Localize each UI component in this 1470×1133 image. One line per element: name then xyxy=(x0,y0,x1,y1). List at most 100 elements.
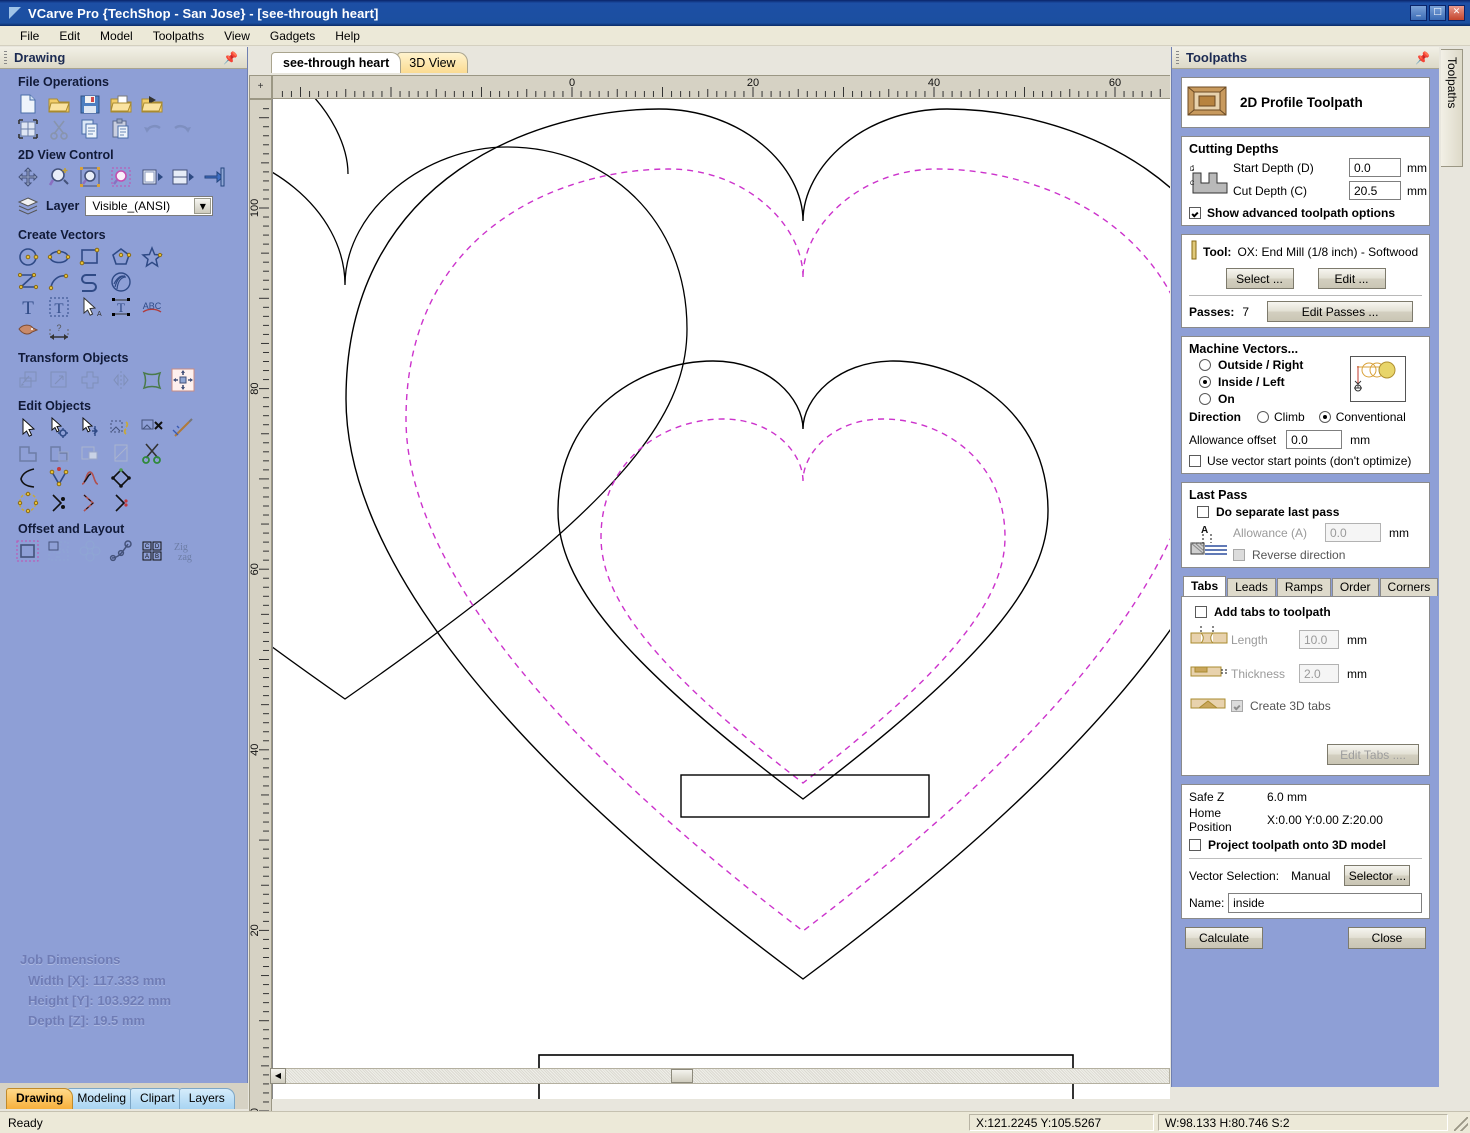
reverse-direction-icon[interactable] xyxy=(78,491,102,515)
design-canvas[interactable] xyxy=(272,99,1170,1099)
measure-icon[interactable] xyxy=(171,416,195,440)
project-toolpath-checkbox[interactable] xyxy=(1189,839,1201,851)
close-toolpath-button[interactable]: Close xyxy=(1348,927,1426,949)
menu-edit[interactable]: Edit xyxy=(49,27,90,45)
rotate-objects-icon[interactable] xyxy=(78,368,102,392)
zigzag-layout-icon[interactable]: Zig zag xyxy=(171,539,195,563)
selector-button[interactable]: Selector ... xyxy=(1344,865,1411,886)
ruler-vertical[interactable]: 020406080100 xyxy=(249,99,272,1132)
new-file-icon[interactable] xyxy=(16,92,40,116)
draw-curve-icon[interactable] xyxy=(78,270,102,294)
fillet-icon[interactable] xyxy=(16,466,40,490)
array-copy-icon[interactable] xyxy=(78,539,102,563)
ruler-horizontal[interactable]: 020406080 xyxy=(272,75,1170,99)
draw-polygon-icon[interactable] xyxy=(109,245,133,269)
edit-passes-button[interactable]: Edit Passes ... xyxy=(1267,301,1414,322)
menu-file[interactable]: File xyxy=(10,27,49,45)
select-tool-icon[interactable] xyxy=(16,416,40,440)
tab-layers[interactable]: Layers xyxy=(178,1088,235,1109)
distort-objects-icon[interactable] xyxy=(140,368,164,392)
smooth-node-icon[interactable] xyxy=(78,466,102,490)
draw-ellipse-icon[interactable] xyxy=(47,245,71,269)
show-advanced-checkbox[interactable] xyxy=(1189,207,1201,219)
option-tab-tabs[interactable]: Tabs xyxy=(1183,576,1227,596)
option-tab-ramps[interactable]: Ramps xyxy=(1276,578,1331,596)
minimize-button[interactable]: _ xyxy=(1410,5,1427,21)
menu-gadgets[interactable]: Gadgets xyxy=(260,27,325,45)
cut-icon[interactable] xyxy=(47,117,71,141)
draw-polyline-icon[interactable] xyxy=(16,270,40,294)
text-arc-icon[interactable]: ABC xyxy=(140,295,164,319)
start-depth-input[interactable]: 0.0 xyxy=(1349,158,1401,177)
resize-grip-icon[interactable] xyxy=(1454,1117,1468,1131)
option-tab-order[interactable]: Order xyxy=(1331,578,1379,596)
nest-vectors-icon[interactable] xyxy=(47,539,71,563)
radio-inside-left[interactable] xyxy=(1199,376,1211,388)
menu-help[interactable]: Help xyxy=(325,27,370,45)
mirror-objects-icon[interactable] xyxy=(109,368,133,392)
smooth-polyline-icon[interactable] xyxy=(16,491,40,515)
close-vector-icon[interactable] xyxy=(140,416,164,440)
crop-icon[interactable] xyxy=(109,441,133,465)
add-tabs-checkbox[interactable] xyxy=(1195,606,1207,618)
trim-icon[interactable] xyxy=(140,441,164,465)
tab-clipart[interactable]: Clipart xyxy=(130,1088,185,1109)
node-edit-icon[interactable] xyxy=(47,416,71,440)
pin-icon[interactable]: 📌 xyxy=(223,51,238,65)
toolpath-name-input[interactable]: inside xyxy=(1228,893,1422,913)
job-setup-icon[interactable] xyxy=(16,117,40,141)
draw-rectangle-icon[interactable] xyxy=(78,245,102,269)
layer-select[interactable]: Visible_(ANSI) ▼ xyxy=(85,196,214,216)
toolpaths-side-tab[interactable]: Toolpaths xyxy=(1441,49,1463,167)
join-vectors-icon[interactable] xyxy=(109,416,133,440)
weld-icon[interactable] xyxy=(16,441,40,465)
panel-grip-icon[interactable] xyxy=(1176,51,1179,65)
import-file-icon[interactable] xyxy=(109,92,133,116)
maximize-button[interactable]: □ xyxy=(1429,5,1446,21)
align-objects-icon[interactable] xyxy=(171,368,195,392)
zoom-selection-icon[interactable] xyxy=(109,165,133,189)
export-file-icon[interactable] xyxy=(140,92,164,116)
use-start-points-checkbox[interactable] xyxy=(1189,455,1201,467)
doctab-see-through-heart[interactable]: see-through heart xyxy=(271,52,402,73)
tab-modeling[interactable]: Modeling xyxy=(67,1088,137,1109)
move-nodes-icon[interactable] xyxy=(78,416,102,440)
text-on-curve-icon[interactable]: T xyxy=(109,295,133,319)
dimension-icon[interactable]: ? xyxy=(47,320,71,344)
menu-view[interactable]: View xyxy=(214,27,260,45)
select-tool-button[interactable]: Select ... xyxy=(1225,268,1294,289)
option-tab-corners[interactable]: Corners xyxy=(1379,578,1439,596)
save-file-icon[interactable] xyxy=(78,92,102,116)
pan-icon[interactable] xyxy=(16,165,40,189)
close-button[interactable]: ✕ xyxy=(1448,5,1465,21)
toggle-panel-icon[interactable] xyxy=(202,165,226,189)
draw-spiral-icon[interactable] xyxy=(109,270,133,294)
ruler-corner[interactable]: + xyxy=(249,75,272,99)
scale-objects-icon[interactable] xyxy=(47,368,71,392)
draw-star-icon[interactable] xyxy=(140,245,164,269)
offset-vectors-icon[interactable] xyxy=(16,539,40,563)
edit-tool-button[interactable]: Edit ... xyxy=(1317,268,1386,289)
allowance-offset-input[interactable]: 0.0 xyxy=(1286,430,1343,449)
scroll-left-arrow-icon[interactable]: ◀ xyxy=(270,1068,286,1084)
radio-conventional[interactable] xyxy=(1318,411,1331,423)
close-node-icon[interactable] xyxy=(109,466,133,490)
draw-arc-icon[interactable] xyxy=(47,270,71,294)
chevron-down-icon[interactable]: ▼ xyxy=(194,198,212,214)
split-vector-icon[interactable] xyxy=(47,491,71,515)
copy-along-curve-icon[interactable] xyxy=(109,539,133,563)
trace-bitmap-icon[interactable] xyxy=(16,320,40,344)
copy-icon[interactable] xyxy=(78,117,102,141)
start-point-icon[interactable] xyxy=(109,491,133,515)
calculate-button[interactable]: Calculate xyxy=(1185,927,1263,949)
toggle-2d-3d-icon[interactable] xyxy=(140,165,164,189)
radio-outside-right[interactable] xyxy=(1199,359,1211,371)
separate-last-pass-checkbox[interactable] xyxy=(1197,506,1209,518)
doctab-3d-view[interactable]: 3D View xyxy=(397,52,468,73)
option-tab-leads[interactable]: Leads xyxy=(1227,578,1276,596)
scrollbar-thumb[interactable] xyxy=(671,1069,693,1083)
subtract-icon[interactable] xyxy=(47,441,71,465)
insert-node-icon[interactable] xyxy=(47,466,71,490)
select-text-icon[interactable]: AB xyxy=(78,295,102,319)
draw-circle-icon[interactable] xyxy=(16,245,40,269)
